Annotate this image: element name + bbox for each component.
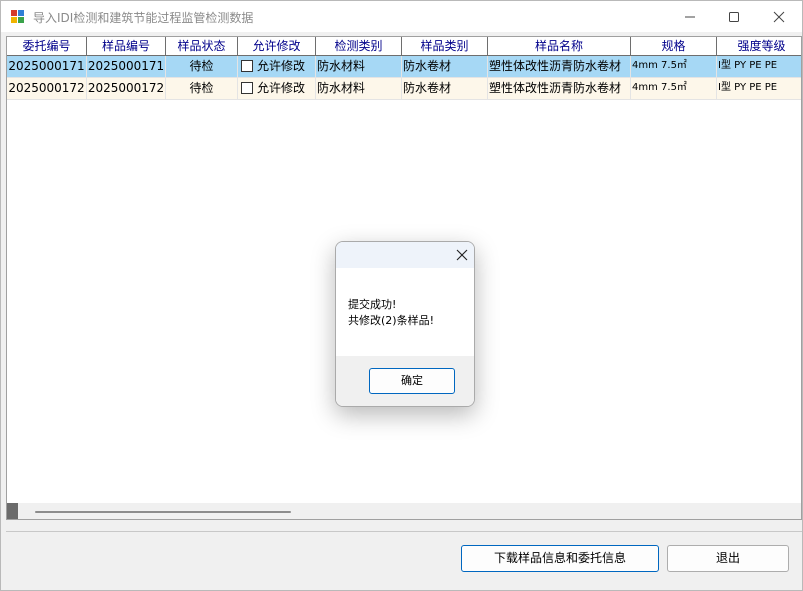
table-row[interactable]: 2025000171 2025000171 待检 允许修改 防水材料 防水卷材 … — [7, 56, 801, 78]
column-header-commission-no[interactable]: 委托编号 — [7, 37, 87, 55]
download-sample-info-button[interactable]: 下载样品信息和委托信息 — [461, 545, 659, 572]
cell-sample-category: 防水卷材 — [402, 78, 488, 100]
cell-test-category: 防水材料 — [316, 78, 402, 100]
cell-spec: 4mm 7.5㎡ — [631, 78, 717, 100]
scrollbar-thumb[interactable] — [35, 511, 291, 513]
allow-modify-checkbox[interactable] — [241, 82, 253, 94]
minimize-icon — [685, 16, 695, 17]
scrollbar-left-block[interactable] — [7, 503, 18, 519]
dialog-message: 提交成功! 共修改(2)条样品! — [348, 297, 434, 329]
cell-commission-no: 2025000172 — [7, 78, 87, 100]
close-button[interactable] — [756, 1, 802, 32]
dialog-ok-button[interactable]: 确定 — [369, 368, 455, 394]
cell-sample-status: 待检 — [166, 56, 238, 78]
exit-button[interactable]: 退出 — [667, 545, 789, 572]
dialog-message-line-1: 提交成功! — [348, 298, 397, 311]
grid-header: 委托编号 样品编号 样品状态 允许修改 检测类别 样品类别 样品名称 规格 强度… — [7, 37, 801, 56]
dialog-message-line-2: 共修改(2)条样品! — [348, 314, 434, 327]
cell-sample-no: 2025000172 — [87, 78, 166, 100]
window-title: 导入IDI检测和建筑节能过程监管检测数据 — [33, 11, 254, 25]
bottom-panel: 下载样品信息和委托信息 退出 — [6, 531, 802, 589]
cell-sample-name: 塑性体改性沥青防水卷材 — [488, 56, 631, 78]
column-header-test-category[interactable]: 检测类别 — [316, 37, 402, 55]
table-row[interactable]: 2025000172 2025000172 待检 允许修改 防水材料 防水卷材 … — [7, 78, 801, 100]
message-dialog: 提交成功! 共修改(2)条样品! 确定 — [335, 241, 475, 407]
maximize-icon — [729, 11, 739, 22]
minimize-button[interactable] — [667, 1, 713, 32]
cell-commission-no: 2025000171 — [7, 56, 87, 78]
app-icon — [11, 10, 25, 24]
maximize-button[interactable] — [711, 1, 757, 32]
column-header-spec[interactable]: 规格 — [631, 37, 717, 55]
dialog-footer: 确定 — [336, 356, 474, 406]
allow-modify-label: 允许修改 — [257, 81, 306, 95]
cell-sample-category: 防水卷材 — [402, 56, 488, 78]
cell-spec: 4mm 7.5㎡ — [631, 56, 717, 78]
horizontal-scrollbar[interactable] — [7, 503, 801, 519]
title-bar: 导入IDI检测和建筑节能过程监管检测数据 — [1, 1, 802, 32]
dialog-body: 提交成功! 共修改(2)条样品! — [336, 268, 474, 356]
column-header-sample-name[interactable]: 样品名称 — [488, 37, 631, 55]
cell-strength-grade: Ⅰ型 PY PE PE — [717, 78, 801, 100]
close-icon — [773, 11, 785, 22]
cell-sample-no: 2025000171 — [87, 56, 166, 78]
cell-test-category: 防水材料 — [316, 56, 402, 78]
allow-modify-label: 允许修改 — [257, 59, 306, 73]
dialog-close-icon[interactable] — [456, 249, 468, 261]
column-header-sample-category[interactable]: 样品类别 — [402, 37, 488, 55]
cell-sample-name: 塑性体改性沥青防水卷材 — [488, 78, 631, 100]
column-header-sample-no[interactable]: 样品编号 — [87, 37, 166, 55]
cell-strength-grade: Ⅰ型 PY PE PE — [717, 56, 801, 78]
allow-modify-checkbox[interactable] — [241, 60, 253, 72]
column-header-strength-grade[interactable]: 强度等级 — [717, 37, 801, 55]
column-header-sample-status[interactable]: 样品状态 — [166, 37, 238, 55]
cell-sample-status: 待检 — [166, 78, 238, 100]
cell-allow-modify: 允许修改 — [238, 56, 316, 78]
cell-allow-modify: 允许修改 — [238, 78, 316, 100]
column-header-allow-modify[interactable]: 允许修改 — [238, 37, 316, 55]
dialog-title-bar — [336, 242, 474, 268]
